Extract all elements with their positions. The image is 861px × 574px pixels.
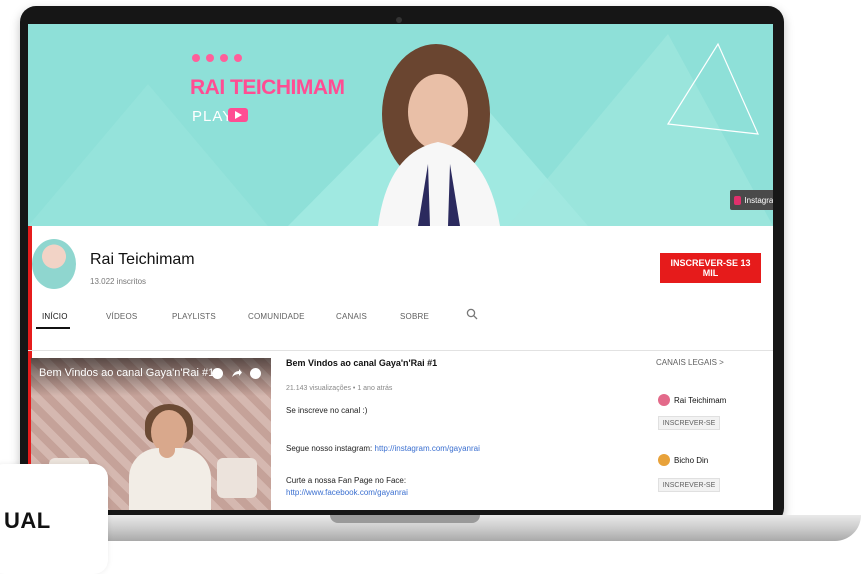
tab-canais[interactable]: CANAIS <box>336 312 367 321</box>
tab-comunidade[interactable]: COMUNIDADE <box>248 312 305 321</box>
description-line: Se inscreve no canal :) <box>286 406 368 415</box>
social-icon <box>206 54 214 62</box>
featured-channel-name[interactable]: Rai Teichimam <box>674 396 726 405</box>
instagram-prompt: Segue nosso instagram: <box>286 444 375 453</box>
browser-screen: RAI TEICHIMAM PLAY Instagram Rai Teichim… <box>28 24 773 510</box>
video-meta: 21.143 visualizações • 1 ano atrás <box>286 385 393 392</box>
featured-subscribe-button[interactable]: INSCREVER-SE <box>658 416 720 430</box>
tab-videos[interactable]: VÍDEOS <box>106 312 137 321</box>
info-icon[interactable] <box>250 368 261 379</box>
pillow <box>217 458 257 498</box>
video-title[interactable]: Bem Vindos ao canal Gaya'n'Rai #1 <box>286 358 437 368</box>
header-divider <box>28 350 773 351</box>
featured-channel-name[interactable]: Bicho Din <box>674 456 708 465</box>
featured-subscribe-button[interactable]: INSCREVER-SE <box>658 478 720 492</box>
webcam-icon <box>396 17 402 23</box>
overlay-caption: UAL <box>4 508 51 533</box>
instagram-url-link[interactable]: http://instagram.com/gayanrai <box>375 444 480 453</box>
social-icon <box>234 54 242 62</box>
video-overlay-title: Bem Vindos ao canal Gaya'n'Rai #1 <box>39 367 215 379</box>
instagram-link[interactable]: Instagram <box>730 190 773 210</box>
brand-title: RAI TEICHIMAM <box>190 76 345 99</box>
channel-avatar[interactable] <box>32 239 76 289</box>
instagram-label: Instagram <box>744 195 773 205</box>
channel-header: Rai Teichimam 13.022 inscritos INSCREVER… <box>28 226 773 356</box>
featured-channels-heading[interactable]: CANAIS LEGAIS > <box>656 358 724 367</box>
instagram-icon <box>734 195 742 205</box>
channel-banner: RAI TEICHIMAM PLAY Instagram <box>28 24 773 226</box>
description-line: Curte a nossa Fan Page no Face: <box>286 476 407 485</box>
channel-avatar[interactable] <box>658 394 670 406</box>
person-hand <box>159 438 175 458</box>
description-line: Segue nosso instagram: http://instagram.… <box>286 444 480 453</box>
play-badge-icon <box>228 108 248 122</box>
share-icon[interactable] <box>231 368 242 379</box>
subscribe-button[interactable]: INSCREVER-SE 13 MIL <box>660 253 761 283</box>
channel-avatar[interactable] <box>658 454 670 466</box>
social-icon <box>220 54 228 62</box>
watch-later-icon[interactable] <box>212 368 223 379</box>
tab-sobre[interactable]: SOBRE <box>400 312 429 321</box>
tab-inicio[interactable]: INÍCIO <box>42 312 68 321</box>
active-tab-indicator <box>36 327 70 329</box>
banner-shapes <box>28 34 773 226</box>
social-icon <box>192 54 200 62</box>
search-icon[interactable] <box>466 308 478 320</box>
facebook-url-link[interactable]: http://www.facebook.com/gayanrai <box>286 488 408 497</box>
laptop-notch <box>330 515 480 523</box>
tab-playlists[interactable]: PLAYLISTS <box>172 312 216 321</box>
brand-social-icons <box>192 54 242 62</box>
channel-name: Rai Teichimam <box>90 251 195 268</box>
subscriber-count: 13.022 inscritos <box>90 277 147 286</box>
